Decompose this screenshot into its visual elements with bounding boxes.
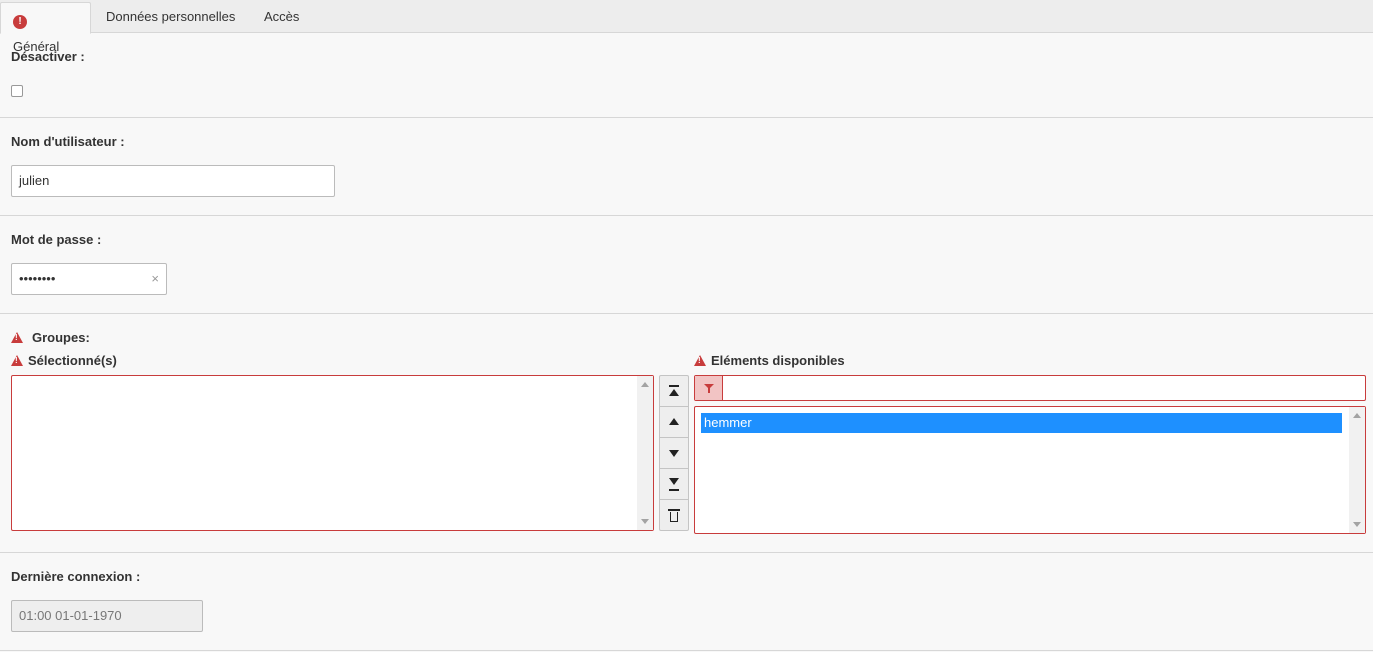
username-input[interactable]: julien (11, 165, 335, 197)
move-to-bottom-button[interactable] (660, 469, 688, 500)
available-label-text: Eléments disponibles (711, 353, 845, 368)
disable-checkbox[interactable] (11, 85, 23, 97)
scroll-up-arrow-icon[interactable] (1353, 413, 1361, 418)
trash-icon (668, 509, 680, 522)
scroll-down-arrow-icon[interactable] (1353, 522, 1361, 527)
filter-icon (704, 384, 714, 393)
list-item[interactable]: hemmer (701, 413, 1342, 433)
tab-access[interactable]: Accès (252, 2, 311, 33)
move-to-top-button[interactable] (660, 376, 688, 407)
filter-field[interactable] (694, 375, 1366, 401)
clear-icon[interactable]: × (151, 264, 159, 294)
scroll-up-arrow-icon[interactable] (641, 382, 649, 387)
groups-label-text: Groupes: (32, 330, 90, 345)
last-login-field: 01:00 01-01-1970 (11, 600, 203, 632)
move-down-button[interactable] (660, 438, 688, 469)
move-bottom-icon (669, 478, 679, 485)
password-value: •••••••• (19, 271, 56, 286)
disable-section: Désactiver : (0, 33, 1373, 118)
selected-label: Sélectionné(s) (11, 353, 117, 368)
disable-label: Désactiver : (11, 49, 85, 64)
move-top-icon (669, 385, 679, 387)
selected-groups-list[interactable] (11, 375, 654, 531)
scroll-down-arrow-icon[interactable] (641, 519, 649, 524)
move-up-icon (669, 418, 679, 425)
move-down-icon (669, 450, 679, 457)
password-input[interactable]: •••••••• × (11, 263, 167, 295)
warning-icon (11, 355, 23, 366)
tab-label: Données personnelles (106, 9, 236, 24)
available-label: Eléments disponibles (694, 353, 845, 368)
available-groups-list[interactable]: hemmer (694, 406, 1366, 534)
error-icon: ! (13, 15, 27, 29)
groups-label: Groupes: (11, 330, 90, 345)
available-list-scrollbar[interactable] (1349, 407, 1365, 533)
selected-label-text: Sélectionné(s) (28, 353, 117, 368)
move-top-arrow-icon (669, 389, 679, 396)
tab-bar: !Général Données personnelles Accès (0, 0, 1373, 54)
username-label: Nom d'utilisateur : (11, 134, 125, 149)
username-section: Nom d'utilisateur : julien (0, 118, 1373, 216)
move-bottom-bar-icon (669, 489, 679, 491)
selected-list-scrollbar[interactable] (637, 376, 653, 530)
last-login-section: Dernière connexion : 01:00 01-01-1970 (0, 553, 1373, 651)
last-login-label: Dernière connexion : (11, 569, 141, 584)
password-label: Mot de passe : (11, 232, 102, 247)
filter-button[interactable] (695, 376, 723, 400)
password-section: Mot de passe : •••••••• × (0, 216, 1373, 314)
trash-lid (668, 509, 680, 511)
warning-icon (694, 355, 706, 366)
tab-label: Accès (264, 9, 300, 24)
tab-general[interactable]: !Général (0, 2, 91, 54)
remove-button[interactable] (660, 500, 688, 531)
group-order-controls (659, 375, 689, 531)
move-up-button[interactable] (660, 407, 688, 438)
tab-personal-data[interactable]: Données personnelles (94, 2, 247, 33)
warning-icon (11, 332, 23, 343)
trash-body (670, 512, 678, 522)
